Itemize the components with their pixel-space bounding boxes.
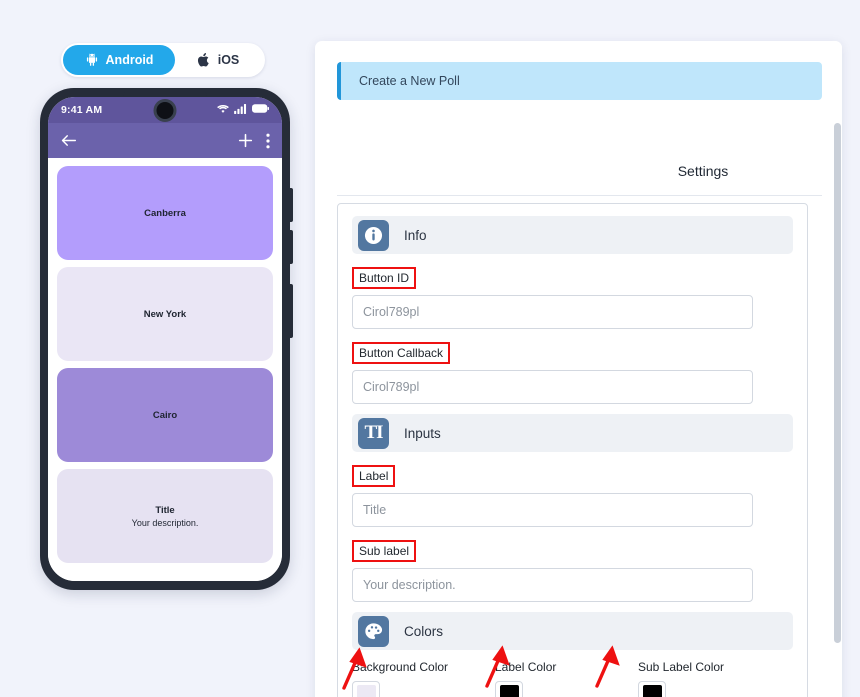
poll-card-title: Title [155, 504, 175, 516]
button-id-input-placeholder: Cirol789pl [363, 305, 420, 319]
poll-card-subtitle: Your description. [131, 517, 199, 528]
color-label-label: Label Color [495, 660, 557, 674]
poll-card-title: New York [143, 308, 187, 320]
phone-speaker [123, 92, 207, 97]
background-color-picker[interactable] [352, 681, 380, 697]
cellular-signal-icon [234, 103, 247, 117]
poll-card-list: Canberra New York Cairo Title Your descr… [48, 158, 282, 581]
poll-card[interactable]: Cairo [57, 368, 273, 462]
color-label-background: Background Color [352, 660, 449, 674]
apple-icon [197, 52, 211, 68]
poll-card-title: Cairo [152, 409, 178, 421]
text-input-icon: TI [358, 417, 389, 449]
wifi-icon [217, 104, 229, 117]
phone-volume-down-button[interactable] [290, 230, 293, 264]
poll-card[interactable]: Title Your description. [57, 469, 273, 563]
page-title: Settings [677, 163, 729, 179]
sub-label-color-swatch [642, 684, 662, 697]
background-color-swatch [356, 684, 376, 697]
color-field-background: Background Color [352, 660, 495, 697]
platform-toggle[interactable]: Android iOS [61, 43, 265, 77]
button-callback-input-placeholder: Cirol789pl [363, 380, 420, 394]
button-callback-input[interactable]: Cirol789pl [352, 370, 753, 404]
section-title-inputs: Inputs [404, 425, 441, 441]
palette-icon [358, 615, 389, 647]
field-label-button-id: Button ID [352, 267, 417, 289]
poll-card-title: Canberra [144, 207, 186, 219]
color-field-sub-label: Sub Label Color [638, 660, 781, 697]
phone-screen: 9:41 AM Canberra New York Cairo Title Yo… [48, 97, 282, 581]
field-label-label: Label [352, 465, 396, 487]
create-poll-banner: Create a New Poll [337, 62, 822, 100]
app-bar [48, 123, 282, 158]
phone-mockup: 9:41 AM Canberra New York Cairo Title Yo… [40, 88, 293, 590]
phone-volume-up-button[interactable] [290, 188, 293, 222]
text-input-icon-glyph: TI [364, 422, 383, 443]
section-header-info: Info [352, 216, 793, 254]
panel-scrollbar-thumb[interactable] [834, 123, 841, 643]
settings-panel: Create a New Poll Settings Info Button I… [315, 41, 842, 697]
poll-card[interactable]: New York [57, 267, 273, 361]
battery-icon [252, 104, 269, 116]
info-circle-icon [358, 219, 389, 251]
create-poll-banner-text: Create a New Poll [359, 74, 460, 88]
section-header-colors: Colors [352, 612, 793, 650]
platform-option-android-label: Android [105, 53, 154, 67]
label-color-swatch [499, 684, 519, 697]
sub-label-input[interactable]: Your description. [352, 568, 753, 602]
status-bar-icons [217, 103, 269, 117]
settings-form: Info Button ID Cirol789pl Button Callbac… [337, 203, 808, 697]
label-color-picker[interactable] [495, 681, 523, 697]
android-icon [85, 53, 99, 67]
label-input-placeholder: Title [363, 503, 387, 517]
preview-column: Android iOS 9:41 AM Canberra New York Ca… [0, 0, 315, 697]
panel-scrollbar[interactable] [833, 41, 842, 697]
poll-card[interactable]: Canberra [57, 166, 273, 260]
camera-notch [153, 99, 177, 122]
label-input[interactable]: Title [352, 493, 753, 527]
status-bar: 9:41 AM [48, 97, 282, 123]
platform-option-ios[interactable]: iOS [175, 45, 261, 75]
platform-option-ios-label: iOS [217, 53, 240, 67]
app-root: Android iOS 9:41 AM Canberra New York Ca… [0, 0, 860, 697]
sub-label-input-placeholder: Your description. [363, 578, 456, 592]
plus-icon[interactable] [238, 133, 253, 148]
button-id-input[interactable]: Cirol789pl [352, 295, 753, 329]
sub-label-color-picker[interactable] [638, 681, 666, 697]
section-title-colors: Colors [404, 623, 444, 639]
section-header-inputs: TI Inputs [352, 414, 793, 452]
phone-power-button[interactable] [290, 284, 293, 338]
section-title-info: Info [404, 227, 427, 243]
more-vertical-icon[interactable] [266, 133, 270, 149]
colors-row: Background Color Label Color Sub Label C… [352, 660, 793, 697]
status-bar-time: 9:41 AM [61, 104, 103, 116]
divider [337, 195, 822, 196]
arrow-left-icon[interactable] [60, 133, 77, 148]
color-label-sub-label: Sub Label Color [638, 660, 725, 674]
platform-option-android[interactable]: Android [63, 45, 175, 75]
field-label-sub-label: Sub label [352, 540, 417, 562]
color-field-label: Label Color [495, 660, 638, 697]
field-label-button-callback: Button Callback [352, 342, 451, 364]
